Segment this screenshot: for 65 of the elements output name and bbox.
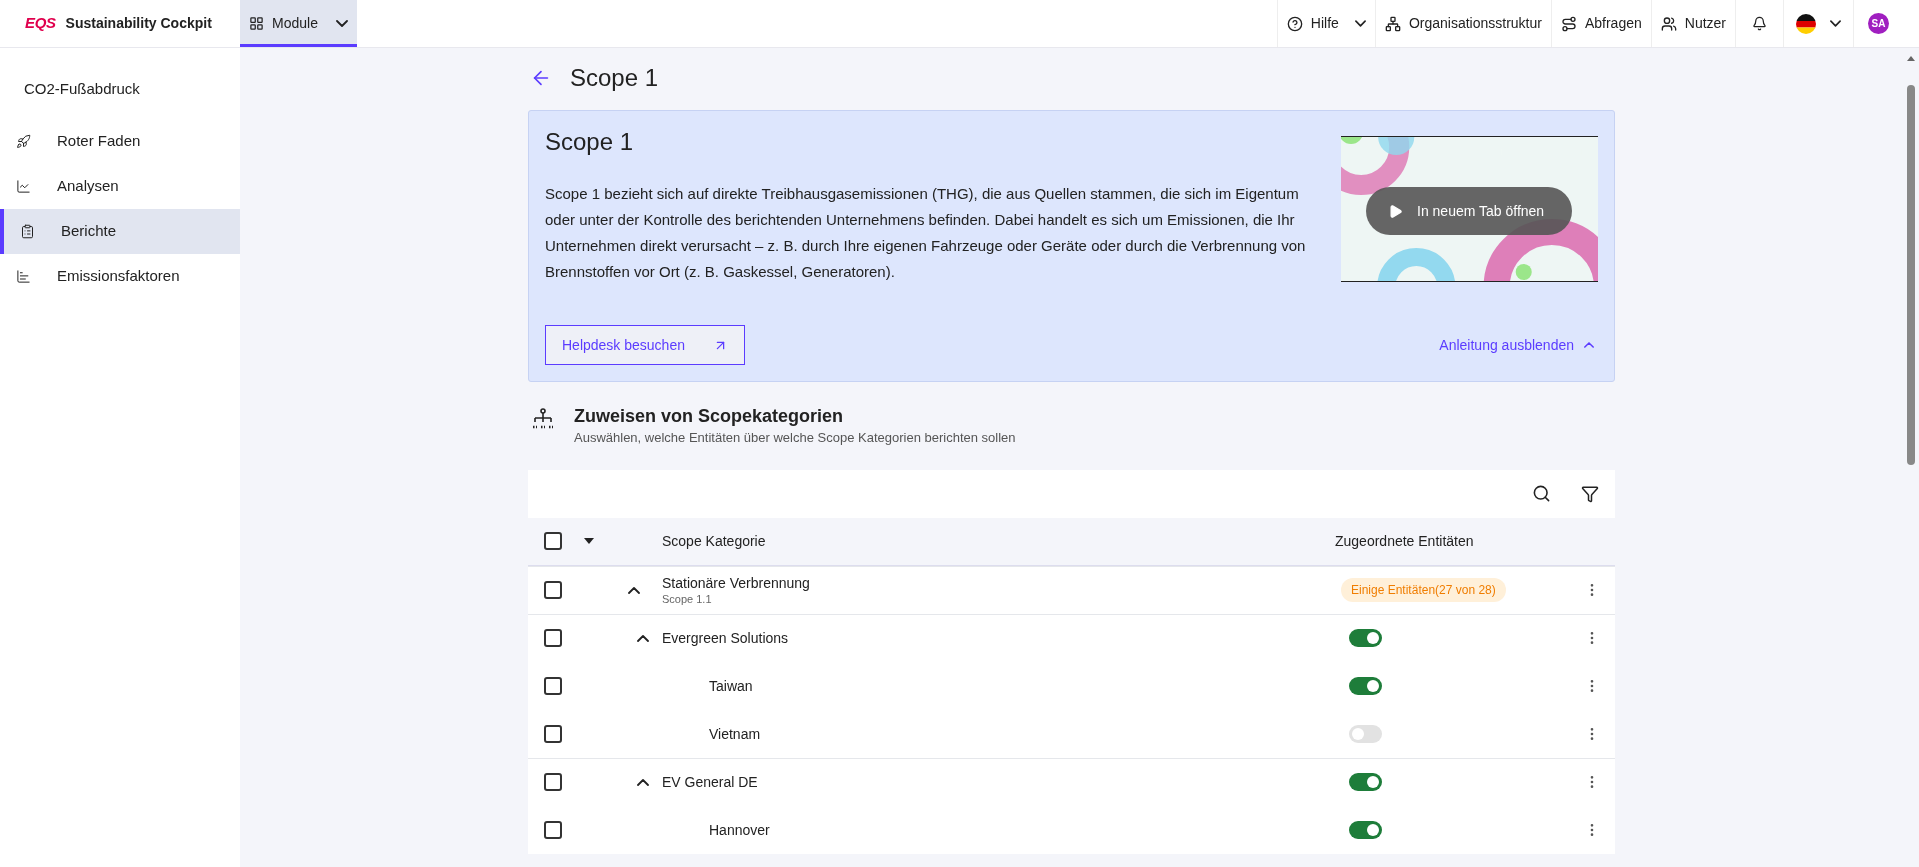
section-title: Zuweisen von Scopekategorien xyxy=(574,405,845,428)
section-subtitle: Auswählen, welche Entitäten über welche Scope Kategorien berichten sollen xyxy=(574,429,1016,447)
toggle-switch[interactable] xyxy=(1349,820,1382,839)
category-name: Hannover xyxy=(709,820,771,839)
checkbox[interactable] xyxy=(544,532,562,550)
hide-guide-link[interactable]: Anleitung ausblenden xyxy=(1439,334,1598,356)
line-chart-icon xyxy=(16,178,31,194)
sidebar-item[interactable]: Emissionsfaktoren xyxy=(0,253,240,299)
user-avatar[interactable]: SA xyxy=(1868,13,1889,34)
grid-icon xyxy=(249,16,264,31)
category-code: Scope 1.1 xyxy=(662,592,713,606)
checkbox[interactable] xyxy=(544,676,562,695)
hierarchy-icon xyxy=(1384,15,1401,32)
page-title: Scope 1 xyxy=(570,63,659,93)
chevron-down-icon xyxy=(1354,20,1366,27)
rocket-icon xyxy=(16,133,31,149)
checkbox[interactable] xyxy=(544,724,562,743)
category-name: EV General DE xyxy=(662,773,759,791)
checkbox[interactable] xyxy=(544,820,562,839)
chevron-down-icon[interactable] xyxy=(1830,20,1841,27)
sidebar-item[interactable]: Berichte xyxy=(0,208,240,254)
chevron-down-icon xyxy=(335,20,348,27)
module-menu[interactable]: Module xyxy=(240,0,357,47)
category-name: Stationäre Verbrennung xyxy=(662,574,811,592)
clipboard-icon xyxy=(20,223,35,239)
category-name: Evergreen Solutions xyxy=(662,629,790,647)
sidebar-title: CO2-Fußabdruck xyxy=(23,79,141,99)
card-title: Scope 1 xyxy=(545,127,635,157)
users-icon xyxy=(1660,15,1677,32)
caret-down-icon[interactable] xyxy=(584,538,594,544)
status-badge: Einige Entitäten(27 von 28) xyxy=(1341,578,1506,602)
nav-link[interactable]: Abfragen xyxy=(1550,0,1651,47)
nav-link[interactable]: Organisationsstruktur xyxy=(1374,0,1551,47)
german-flag-icon[interactable] xyxy=(1796,13,1816,34)
card-description: Scope 1 bezieht sich auf direkte Treibhausgasemissionen (THG), die aus Quellen stammen, die sich im Eigentum oder unter der Kontrolle des berichtenden Unternehmens befinden. Dabei handelt es sich um Emissionen, die Ihr Unternehmen direkt verursacht – z. B. durch Ihre eigenen Fahrzeuge oder Geräte oder durch die Verbrennung von Brennstoffen vor Ort (z. B. Gaskessel, Generatoren). xyxy=(545,184,1307,282)
hierarchy-icon xyxy=(532,408,554,430)
collapse-icon[interactable] xyxy=(628,586,640,594)
toggle-switch[interactable] xyxy=(1349,629,1382,647)
collapse-icon[interactable] xyxy=(637,634,649,642)
helpdesk-button[interactable]: Helpdesk besuchen xyxy=(545,325,745,365)
nav-link[interactable]: Nutzer xyxy=(1650,0,1735,47)
brand-name: Sustainability Cockpit xyxy=(65,14,212,33)
column-header: Zugeordnete Entitäten xyxy=(1335,531,1475,551)
bar-chart-icon xyxy=(16,268,31,284)
route-icon xyxy=(1560,15,1577,32)
toggle-switch[interactable] xyxy=(1349,773,1382,791)
nav-link[interactable]: Hilfe xyxy=(1276,0,1375,47)
checkbox[interactable] xyxy=(544,629,562,647)
category-name: Vietnam xyxy=(709,724,762,743)
brand-logo[interactable]: EQS xyxy=(25,12,56,35)
search-icon[interactable] xyxy=(1532,484,1551,503)
toggle-switch[interactable] xyxy=(1349,724,1382,743)
notification-icon[interactable] xyxy=(1752,16,1767,31)
category-name: Taiwan xyxy=(709,676,754,695)
sidebar-item[interactable]: Roter Faden xyxy=(0,118,240,164)
sidebar-item[interactable]: Analysen xyxy=(0,163,240,209)
checkbox[interactable] xyxy=(544,773,562,791)
open-video-button[interactable]: In neuem Tab öffnen xyxy=(1366,187,1572,235)
chevron-up-icon xyxy=(1584,342,1594,348)
help-icon xyxy=(1286,15,1303,32)
collapse-icon[interactable] xyxy=(637,778,649,786)
toggle-switch[interactable] xyxy=(1349,676,1382,695)
checkbox[interactable] xyxy=(544,581,562,599)
filter-icon[interactable] xyxy=(1581,484,1599,503)
play-icon xyxy=(1388,203,1403,219)
